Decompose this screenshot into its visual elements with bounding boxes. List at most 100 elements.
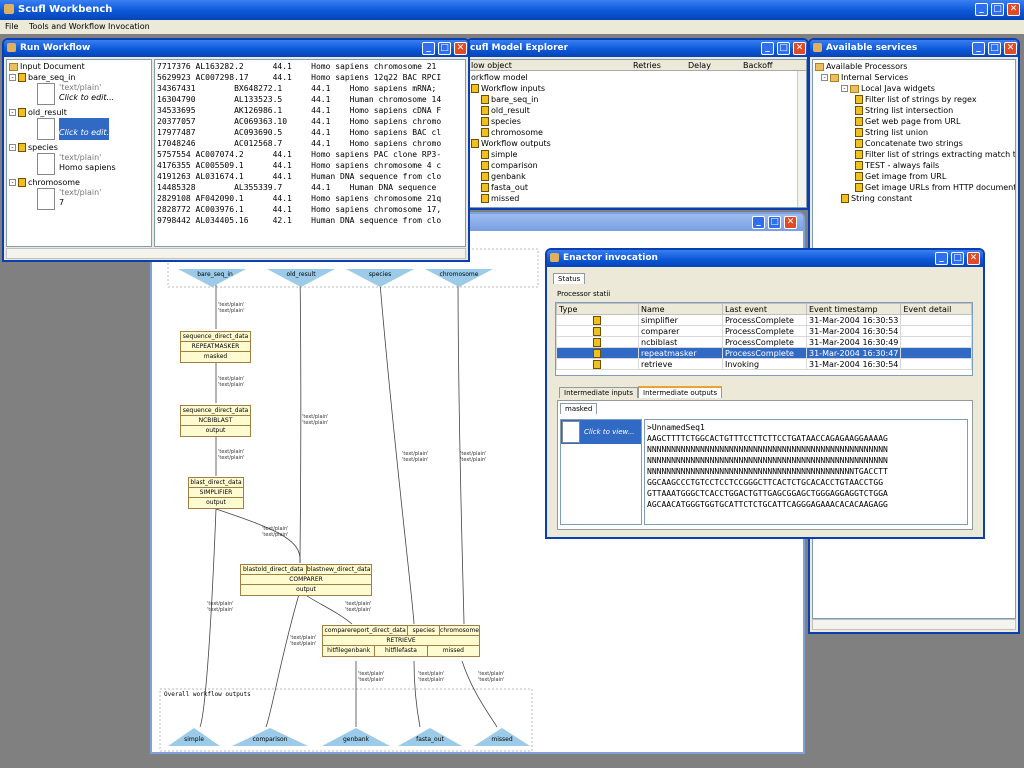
minimize-icon[interactable]: _: [935, 252, 948, 265]
processor-repeatmasker[interactable]: sequence_direct_data REPEATMASKER masked: [180, 331, 251, 363]
tree-item[interactable]: Get image from URL: [815, 171, 1013, 182]
collapse-icon[interactable]: -: [9, 109, 16, 116]
close-icon[interactable]: ✕: [1004, 42, 1017, 55]
processor-comparer[interactable]: blastold_direct_data blastnew_direct_data…: [240, 564, 372, 596]
tree-item[interactable]: fasta_out: [471, 182, 804, 193]
table-row[interactable]: retrieve Invoking 31-Mar-2004 16:30:54: [556, 358, 972, 370]
maximize-icon[interactable]: □: [988, 42, 1001, 55]
tree-item[interactable]: orkflow model: [471, 72, 804, 83]
tree-item[interactable]: old_result: [471, 105, 804, 116]
tree-item[interactable]: comparison: [471, 160, 804, 171]
processor-icon: [855, 106, 863, 115]
tree-item[interactable]: species: [471, 116, 804, 127]
maximize-icon[interactable]: □: [951, 252, 964, 265]
document-icon: [37, 188, 55, 210]
model-tree[interactable]: low object Retries Delay Backoff orkflow…: [468, 59, 807, 208]
close-icon[interactable]: ✕: [793, 42, 806, 55]
tree-root[interactable]: Input Document: [9, 61, 149, 72]
tree-item[interactable]: Get image URLs from HTTP document: [815, 182, 1015, 193]
minimize-icon[interactable]: _: [752, 216, 765, 229]
node-ports: hitfilegenbank hitfilefasta missed: [323, 646, 479, 656]
node-port: output: [205, 427, 226, 434]
node-title: SIMPLIFIER: [189, 488, 243, 498]
node-ports: blastold_direct_data blastnew_direct_data: [241, 565, 371, 575]
tree-item[interactable]: - Internal Services: [815, 72, 1013, 83]
port-icon: [481, 117, 489, 126]
table-row[interactable]: comparer ProcessComplete 31-Mar-2004 16:30…: [556, 325, 972, 337]
processor-ncbiblast[interactable]: sequence_direct_data NCBIBLAST output: [180, 405, 251, 437]
port-icon: [18, 108, 26, 117]
horizontal-scrollbar[interactable]: [812, 619, 1016, 630]
minimize-icon[interactable]: _: [422, 42, 435, 55]
tree-item[interactable]: genbank: [471, 171, 804, 182]
tab-masked[interactable]: masked: [560, 403, 598, 414]
processor-retrieve[interactable]: comparereport_direct_data species chromoso…: [322, 625, 480, 657]
tree-item[interactable]: Get web page from URL: [815, 116, 1013, 127]
result-row: 4176355 AC005509.1 44.1 Homo sapiens chr…: [157, 161, 442, 170]
tree-item[interactable]: String list intersection: [815, 105, 1013, 116]
minimize-icon[interactable]: _: [975, 3, 988, 16]
input-value[interactable]: 'text/plain' 7: [9, 188, 149, 212]
collapse-icon[interactable]: -: [821, 74, 828, 81]
maximize-icon[interactable]: □: [768, 216, 781, 229]
input-item[interactable]: - bare_seq_in: [9, 72, 149, 83]
tree-item[interactable]: Workflow outputs: [471, 138, 804, 149]
close-icon[interactable]: ✕: [1007, 3, 1020, 16]
output-doc-panel[interactable]: Click to view...: [560, 419, 642, 525]
vertical-scrollbar[interactable]: [797, 71, 806, 207]
minimize-icon[interactable]: _: [761, 42, 774, 55]
menu-file[interactable]: File: [5, 22, 18, 31]
sequence-output[interactable]: >UnnamedSeq1 AAGCTTTTCTGGCACTGTTTCCTTCTTC…: [644, 419, 968, 525]
input-node-label: chromosome: [439, 271, 479, 278]
processor-table[interactable]: Type Name Last event Event timestamp Eve…: [555, 302, 973, 376]
table-row[interactable]: simplifier ProcessComplete 31-Mar-2004 16:…: [556, 314, 972, 326]
input-item[interactable]: - old_result: [9, 107, 149, 118]
processor-icon: [592, 348, 601, 358]
maximize-icon[interactable]: □: [438, 42, 451, 55]
tree-item[interactable]: bare_seq_in: [471, 94, 804, 105]
tree-item[interactable]: - Local Java widgets: [815, 83, 1013, 94]
close-icon[interactable]: ✕: [784, 216, 797, 229]
result-text[interactable]: 7717376 AL163282.2 44.1 Homo sapiens chr…: [154, 59, 466, 247]
collapse-icon[interactable]: -: [9, 179, 16, 186]
horizontal-scrollbar[interactable]: [6, 248, 466, 259]
tree-item[interactable]: String constant: [815, 193, 1013, 204]
result-row: 5629923 AC007298.17 44.1 Homo sapiens 12…: [157, 73, 442, 82]
table-row[interactable]: repeatmasker ProcessComplete 31-Mar-2004 1…: [556, 347, 972, 359]
tree-item[interactable]: Available Processors: [815, 61, 1013, 72]
input-item[interactable]: - chromosome: [9, 177, 149, 188]
tree-item[interactable]: simple: [471, 149, 804, 160]
collapse-icon[interactable]: -: [9, 144, 16, 151]
tree-item[interactable]: Workflow inputs: [471, 83, 804, 94]
folder-icon: [830, 73, 839, 82]
close-icon[interactable]: ✕: [967, 252, 980, 265]
tab-intermediate-outputs[interactable]: Intermediate outputs: [638, 386, 723, 398]
tree-item[interactable]: Concatenate two strings: [815, 138, 1013, 149]
maximize-icon[interactable]: □: [991, 3, 1004, 16]
tab-intermediate-inputs[interactable]: Intermediate inputs: [559, 387, 639, 398]
tab-status[interactable]: Status: [553, 273, 586, 284]
maximize-icon[interactable]: □: [777, 42, 790, 55]
window-title: Available services: [826, 43, 918, 53]
input-value[interactable]: Click to edit...: [9, 118, 149, 142]
input-value[interactable]: 'text/plain' Click to edit...: [9, 83, 149, 107]
table-row[interactable]: ncbiblast ProcessComplete 31-Mar-2004 16:3…: [556, 336, 972, 348]
input-tree[interactable]: Input Document - bare_seq_in 'text/plain'…: [6, 59, 152, 247]
tree-item[interactable]: chromosome: [471, 127, 804, 138]
tree-item[interactable]: Filter list of strings extracting match …: [815, 149, 1015, 160]
tree-item[interactable]: String list union: [815, 127, 1013, 138]
tree-item[interactable]: missed: [471, 193, 804, 204]
output-doc-item[interactable]: Click to view...: [561, 420, 641, 444]
close-icon[interactable]: ✕: [454, 42, 467, 55]
tree-item[interactable]: Filter list of strings by regex: [815, 94, 1013, 105]
minimize-icon[interactable]: _: [972, 42, 985, 55]
collapse-icon[interactable]: -: [841, 85, 848, 92]
input-item[interactable]: - species: [9, 142, 149, 153]
enactor-window: Enactor invocation _ □ ✕ Status Processo…: [545, 248, 985, 539]
menu-tools[interactable]: Tools and Workflow Invocation: [29, 22, 150, 31]
collapse-icon[interactable]: -: [9, 74, 16, 81]
input-value[interactable]: 'text/plain' Homo sapiens: [9, 153, 149, 177]
node-title: REPEATMASKER: [181, 342, 250, 352]
tree-item[interactable]: TEST - always fails: [815, 160, 1013, 171]
processor-simplifier[interactable]: blast_direct_data SIMPLIFIER output: [188, 477, 244, 509]
